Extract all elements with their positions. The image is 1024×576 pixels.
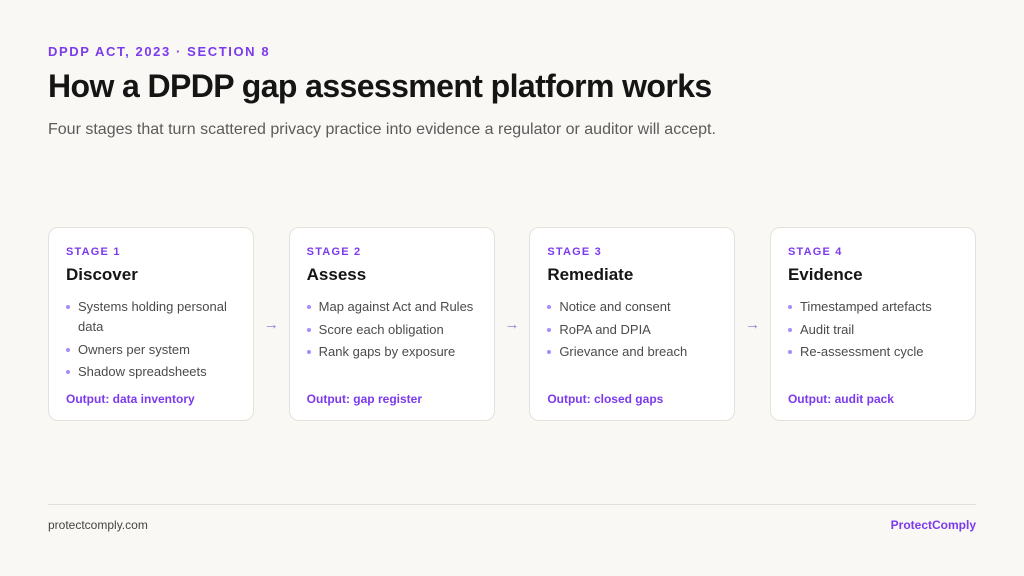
page-subtitle: Four stages that turn scattered privacy … [48,121,716,138]
bullet-dot-icon [547,350,552,354]
bullet-item: Map against Act and Rules [306,297,477,317]
bullet-item: Audit trail [787,320,958,340]
bullet-text: Owners per system [78,341,190,357]
bullet-dot-icon [66,370,70,374]
bullet-text: Audit trail [799,321,855,337]
stage-label: STAGE 3 [547,246,602,258]
page-title: How a DPDP gap assessment platform works [48,68,712,104]
stage-output: Output: audit pack [787,392,894,406]
stage-bullets: Systems holding personal data Owners per… [66,297,236,382]
stage-name: Discover [66,265,138,284]
footer-url-link[interactable]: protectcomply.com [48,518,148,532]
bullet-text: Timestamped artefacts [799,299,932,314]
bullet-text: Grievance and breach [559,344,688,359]
stage-label: STAGE 1 [66,246,121,258]
bullet-dot-icon [306,350,311,354]
bullet-text: Systems holding personal data [78,299,227,334]
bullet-item: Grievance and breach [547,342,717,362]
bullet-item: Timestamped artefacts [787,297,958,317]
stage-bullets: Map against Act and Rules Score each obl… [306,297,477,362]
footer-brand: ProtectComply [890,518,976,532]
bullet-dot-icon [787,350,792,354]
bullet-item: Rank gaps by exposure [306,342,477,362]
bullet-dot-icon [547,327,552,332]
bullet-dot-icon [66,347,70,352]
bullet-dot-icon [306,327,311,332]
bullet-text: Shadow spreadsheets [78,364,207,379]
bullet-item: RoPA and DPIA [547,320,717,340]
bullet-item: Owners per system [66,340,236,360]
bullet-item: Shadow spreadsheets [66,362,236,382]
arrow-right-icon: → [504,315,520,333]
bullet-dot-icon [787,305,792,309]
bullet-text: Notice and consent [559,299,671,314]
bullet-text: Re-assessment cycle [799,344,924,359]
stage-name: Assess [306,265,367,284]
stage-label: STAGE 2 [306,246,362,258]
arrow-right-icon: → [263,315,279,333]
arrow-right-icon: → [745,315,761,333]
bullet-dot-icon [787,327,792,332]
bullet-item: Systems holding personal data [66,297,236,337]
bullet-dot-icon [306,305,311,309]
bullet-text: Score each obligation [318,321,444,337]
eyebrow-label: DPDP ACT, 2023 · SECTION 8 [48,44,271,59]
bullet-text: Rank gaps by exposure [318,344,456,359]
bullet-text: Map against Act and Rules [318,299,474,314]
stage-card-discover: STAGE 1 Discover Systems holding persona… [48,227,254,421]
bullet-item: Re-assessment cycle [787,342,958,362]
stage-output: Output: closed gaps [547,392,664,406]
stage-card-remediate: STAGE 3 Remediate Notice and consent RoP… [529,227,736,421]
stage-name: Remediate [547,265,634,284]
stage-bullets: Notice and consent RoPA and DPIA Grievan… [547,297,717,362]
bullet-item: Notice and consent [547,297,717,317]
stage-card-evidence: STAGE 4 Evidence Timestamped artefacts A… [769,227,976,421]
stage-bullets: Timestamped artefacts Audit trail Re-ass… [787,297,958,362]
stage-name: Evidence [787,265,863,284]
footer-divider [48,504,976,505]
bullet-text: RoPA and DPIA [559,321,651,337]
bullet-dot-icon [66,305,70,309]
bullet-item: Score each obligation [306,320,477,340]
stage-output: Output: data inventory [66,392,195,406]
bullet-dot-icon [547,305,552,309]
stage-output: Output: gap register [306,392,422,406]
stage-label: STAGE 4 [787,246,843,258]
stage-card-assess: STAGE 2 Assess Map against Act and Rules… [288,227,495,421]
stages-flow: STAGE 1 Discover Systems holding persona… [48,227,976,421]
slide: DPDP ACT, 2023 · SECTION 8 How a DPDP ga… [0,0,1024,576]
